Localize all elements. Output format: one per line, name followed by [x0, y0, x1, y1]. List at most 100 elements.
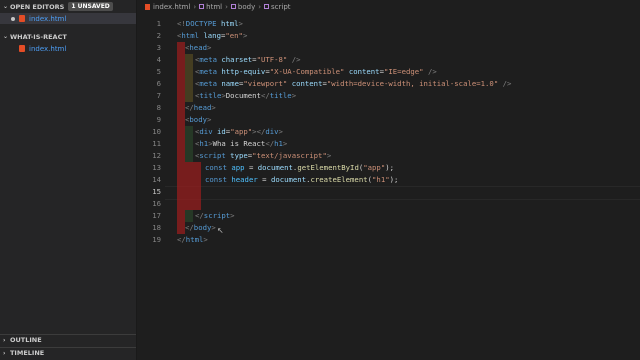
code-text: </html>: [177, 235, 208, 244]
indent-guide: [177, 210, 185, 222]
code-line-active: 15: [137, 186, 640, 200]
indent-guide: [177, 150, 185, 162]
code-line: 16: [137, 198, 640, 210]
explorer-file-index[interactable]: index.html: [0, 43, 136, 54]
code-line: 3 <head>: [137, 42, 640, 54]
code-text: <html lang="en">: [177, 31, 248, 40]
line-number: 16: [152, 199, 161, 208]
code-text: </script>: [195, 211, 235, 220]
indent-guide: [177, 186, 185, 198]
code-line: 18 </body>: [137, 222, 640, 234]
line-number: 6: [156, 79, 161, 88]
code-line: 13 const app = document.getElementById("a…: [137, 162, 640, 174]
code-line: 6 <meta name="viewport" content="width=de…: [137, 78, 640, 90]
breadcrumb-file[interactable]: index.html: [153, 3, 190, 11]
code-line: 4 <meta charset="UTF-8" />: [137, 54, 640, 66]
open-editors-label: OPEN EDITORS: [10, 2, 65, 11]
code-line: 1 <!DOCTYPE html>: [137, 18, 640, 30]
element-icon: [199, 4, 205, 9]
indent-guide: [177, 66, 185, 78]
unsaved-badge: 1 UNSAVED: [68, 2, 113, 11]
timeline-label: TIMELINE: [10, 349, 45, 357]
outline-panel[interactable]: › OUTLINE: [0, 334, 136, 345]
chevron-right-icon: ›: [258, 2, 262, 11]
breadcrumb: index.html › html › body › script: [137, 0, 640, 13]
line-number: 7: [156, 91, 161, 100]
code-text: <h1>Wha is React</h1>: [195, 139, 288, 148]
element-icon: [264, 4, 270, 9]
code-text: <head>: [185, 43, 212, 52]
indent-guide: [177, 42, 185, 54]
line-number: 11: [152, 139, 161, 148]
indent-guide: [185, 198, 193, 210]
open-editor-item-index[interactable]: index.html: [0, 13, 136, 24]
breadcrumb-item-html[interactable]: html: [206, 3, 222, 11]
code-text: <meta http-equiv="X-UA-Compatible" conte…: [195, 67, 437, 76]
code-editor[interactable]: index.html › html › body › script 1 <!DOC…: [137, 0, 640, 360]
line-number: 4: [156, 55, 161, 64]
breadcrumb-item-body[interactable]: body: [238, 3, 255, 11]
code-text: const header = document.createElement("h…: [205, 175, 399, 184]
line-number: 9: [156, 115, 161, 124]
indent-guide: [177, 198, 185, 210]
code-line: 5 <meta http-equiv="X-UA-Compatible" cont…: [137, 66, 640, 78]
unsaved-dot-icon[interactable]: [11, 16, 15, 21]
outline-label: OUTLINE: [10, 336, 42, 344]
explorer-sidebar: ⌄ OPEN EDITORS 1 UNSAVED index.html ⌄ WH…: [0, 0, 137, 360]
code-text: <!DOCTYPE html>: [177, 19, 243, 28]
indent-guide: [177, 174, 185, 186]
indent-guide: [185, 186, 193, 198]
line-number: 15: [152, 187, 161, 196]
chevron-right-icon: ›: [225, 2, 228, 11]
project-label: WHAT-IS-REACT: [10, 32, 67, 41]
indent-guide: [177, 114, 185, 126]
line-number: 19: [152, 235, 161, 244]
code-text: </head>: [185, 103, 216, 112]
indent-guide: [177, 138, 185, 150]
code-line: 8 </head>: [137, 102, 640, 114]
indent-guide: [177, 102, 185, 114]
indent-guide: [185, 138, 193, 150]
line-number: 5: [156, 67, 161, 76]
html-file-icon: [19, 15, 25, 22]
code-text: <title>Document</title>: [195, 91, 297, 100]
chevron-down-icon: ⌄: [3, 33, 9, 40]
timeline-panel[interactable]: › TIMELINE: [0, 347, 136, 358]
indent-guide: [185, 66, 193, 78]
line-number: 2: [156, 31, 161, 40]
line-number: 1: [156, 19, 161, 28]
indent-guide: [177, 222, 185, 234]
breadcrumb-item-script[interactable]: script: [271, 3, 291, 11]
indent-guide: [185, 174, 193, 186]
project-header[interactable]: ⌄ WHAT-IS-REACT: [0, 30, 136, 43]
code-line: 9 <body>: [137, 114, 640, 126]
code-line: 10 <div id="app"></div>: [137, 126, 640, 138]
indent-guide: [193, 162, 201, 174]
code-area[interactable]: 1 <!DOCTYPE html> 2 <html lang="en"> 3 <hea…: [137, 18, 640, 258]
line-number: 13: [152, 163, 161, 172]
indent-guide: [177, 54, 185, 66]
indent-guide: [185, 210, 193, 222]
explorer-filename: index.html: [29, 44, 67, 53]
indent-guide: [177, 90, 185, 102]
indent-guide: [185, 150, 193, 162]
line-number: 3: [156, 43, 161, 52]
line-number: 14: [152, 175, 161, 184]
code-text: <body>: [185, 115, 212, 124]
open-editors-header[interactable]: ⌄ OPEN EDITORS 1 UNSAVED: [0, 0, 136, 13]
chevron-right-icon: ›: [3, 336, 6, 344]
code-line: 2 <html lang="en">: [137, 30, 640, 42]
code-text: </body>: [185, 223, 216, 232]
indent-guide: [185, 78, 193, 90]
code-line: 14 const header = document.createElement(…: [137, 174, 640, 186]
html-file-icon: [145, 3, 150, 10]
code-text: <meta charset="UTF-8" />: [195, 55, 301, 64]
line-number: 12: [152, 151, 161, 160]
indent-guide: [185, 54, 193, 66]
indent-guide: [177, 126, 185, 138]
chevron-right-icon: ›: [3, 349, 6, 357]
line-number: 18: [152, 223, 161, 232]
indent-guide: [177, 78, 185, 90]
indent-guide: [193, 198, 201, 210]
